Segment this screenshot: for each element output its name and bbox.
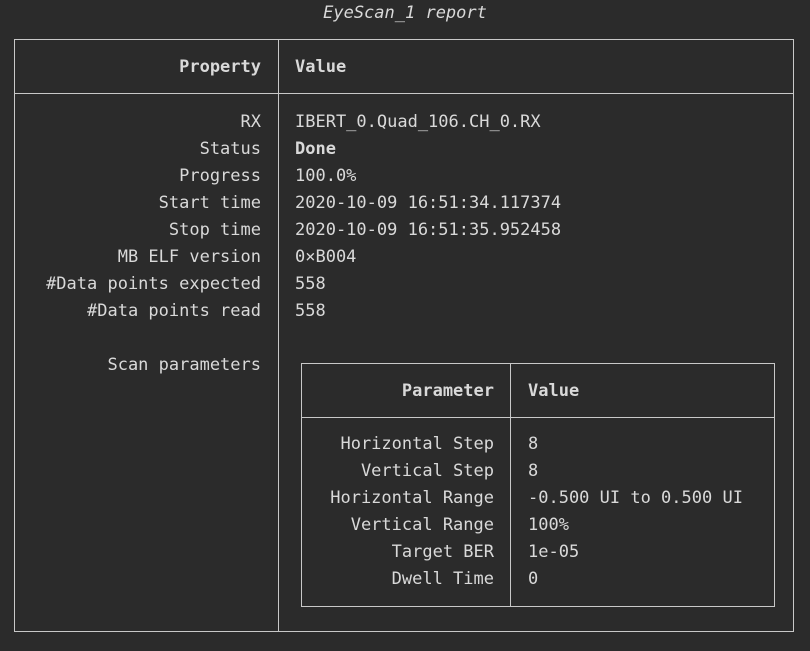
value-data-points-expected: 558 [295, 274, 326, 294]
param-value-vertical-step: 8 [528, 461, 539, 481]
param-vertical-range: Vertical Range [350, 515, 494, 535]
scan-parameters-table: Parameter Value Horizontal Step Vertical… [301, 363, 775, 607]
param-value-horizontal-step: 8 [528, 434, 539, 454]
parameter-value-header: Value [528, 381, 580, 401]
inner-header-divider [302, 417, 774, 418]
property-start-time: Start time [158, 193, 261, 213]
param-value-dwell-time: 0 [528, 569, 539, 589]
inner-column-divider [510, 364, 511, 606]
report-title: EyeScan_1 report [323, 3, 487, 23]
value-status: Done [295, 139, 336, 159]
param-horizontal-range: Horizontal Range [330, 488, 494, 508]
param-dwell-time: Dwell Time [391, 569, 494, 589]
property-header: Property [179, 57, 261, 77]
value-mb-elf-version: 0×B004 [295, 247, 357, 267]
property-data-points-expected: #Data points expected [46, 274, 261, 294]
property-progress: Progress [179, 166, 261, 186]
param-horizontal-step: Horizontal Step [340, 434, 494, 454]
property-data-points-read: #Data points read [87, 301, 261, 321]
value-rx: IBERT_0.Quad_106.CH_0.RX [295, 112, 541, 132]
report-table: Property Value RX Status Progress Start … [14, 39, 794, 632]
column-divider [278, 40, 279, 631]
parameter-column: Horizontal Step Vertical Step Horizontal… [330, 431, 494, 593]
value-start-time: 2020-10-09 16:51:34.117374 [295, 193, 562, 213]
value-column: IBERT_0.Quad_106.CH_0.RX Done 100.0% 202… [295, 109, 561, 325]
param-target-ber: Target BER [391, 542, 494, 562]
property-status: Status [199, 139, 261, 159]
property-scan-parameters: Scan parameters [107, 355, 261, 375]
parameter-header: Parameter [401, 381, 494, 401]
parameter-value-column: 8 8 -0.500 UI to 0.500 UI 100% 1e-05 0 [528, 431, 743, 593]
value-header: Value [295, 57, 347, 77]
property-rx: RX [240, 112, 261, 132]
value-progress: 100.0% [295, 166, 357, 186]
param-value-vertical-range: 100% [528, 515, 569, 535]
header-divider [15, 93, 793, 94]
param-vertical-step: Vertical Step [360, 461, 494, 481]
value-stop-time: 2020-10-09 16:51:35.952458 [295, 220, 562, 240]
property-column: RX Status Progress Start time Stop time … [46, 109, 261, 379]
property-stop-time: Stop time [168, 220, 261, 240]
param-value-target-ber: 1e-05 [528, 542, 580, 562]
property-mb-elf-version: MB ELF version [117, 247, 261, 267]
value-data-points-read: 558 [295, 301, 326, 321]
param-value-horizontal-range: -0.500 UI to 0.500 UI [528, 488, 743, 508]
